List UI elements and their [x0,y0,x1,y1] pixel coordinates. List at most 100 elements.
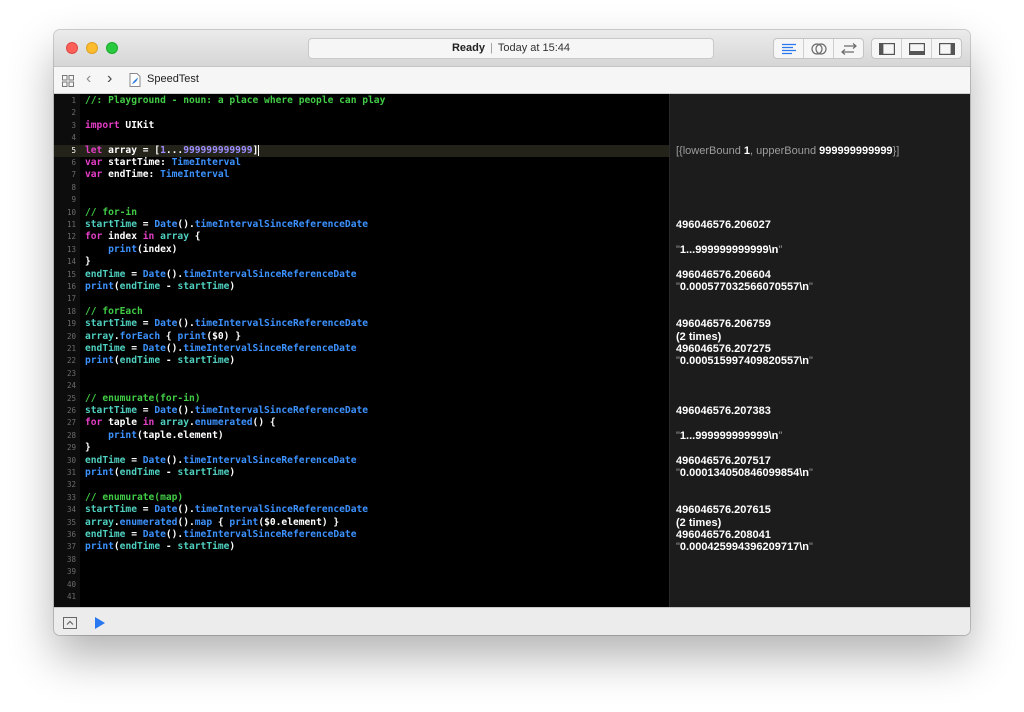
code-line[interactable]: 31 print(endTime - startTime) [54,467,669,479]
code-line[interactable]: 41 [54,591,669,603]
result-value[interactable]: 496046576.206759 [676,318,771,330]
code-line[interactable]: 9 [54,194,669,206]
result-value[interactable]: 496046576.208041 [676,529,771,541]
code-line[interactable]: 20 array.forEach { print($0) } [54,331,669,343]
result-value[interactable]: [{lowerBound 1, upperBound 999999999999}… [676,145,899,157]
line-number: 16 [66,282,76,291]
code-line[interactable]: 24 [54,380,669,392]
result-text: 0.000425994396209717\n [679,541,809,554]
code-line[interactable]: 14} [54,256,669,268]
show-debug-area-button[interactable] [63,616,77,634]
toggle-navigator-button[interactable] [872,39,901,58]
result-value[interactable]: 496046576.207383 [676,405,771,417]
code-line[interactable]: 7 var endTime: TimeInterval [54,169,669,181]
code-token: (). [177,405,195,416]
code-line[interactable]: 15 endTime = Date().timeIntervalSinceRefe… [54,269,669,281]
code-text: var startTime: TimeInterval [85,157,241,169]
code-line[interactable]: 6 var startTime: TimeInterval [54,157,669,169]
source-editor[interactable]: 1 //: Playground - noun: a place where pe… [54,94,669,607]
result-value[interactable]: "1...999999999999\n" [676,244,782,256]
code-token: = [136,504,155,516]
back-button[interactable]: ‹ [86,70,91,88]
result-value[interactable]: 496046576.207275 [676,343,771,355]
toggle-debug-area-button[interactable] [901,39,931,58]
result-value[interactable]: 496046576.206027 [676,219,771,231]
code-line[interactable]: 18 // forEach [54,306,669,318]
code-line[interactable]: 33 // enumurate(map) [54,492,669,504]
result-value[interactable]: "0.000515997409820557\n" [676,355,813,367]
code-line[interactable]: 35 array.enumerated().map { print($0.elem… [54,517,669,529]
standard-editor-button[interactable] [774,39,803,58]
result-value[interactable]: "0.000425994396209717\n" [676,541,813,553]
code-line[interactable]: 29} [54,442,669,454]
code-token: TimeInterval [160,169,230,181]
code-line[interactable]: 30 endTime = Date().timeIntervalSinceRefe… [54,455,669,467]
line-number: 35 [66,517,76,527]
close-window-button[interactable] [66,42,78,54]
code-line[interactable]: 11 startTime = Date().timeIntervalSinceRe… [54,219,669,231]
code-line[interactable]: 28 print(taple.element) [54,430,669,442]
result-value[interactable]: (2 times) [676,517,721,529]
result-value[interactable]: 496046576.207615 [676,504,771,516]
forward-button[interactable]: › [107,70,112,88]
result-text: 0.000577032566070557\n [679,281,809,293]
code-line[interactable]: 2 [54,107,669,119]
code-line[interactable]: 5 let array = [1...999999999999] [54,144,669,157]
code-line[interactable]: 36 endTime = Date().timeIntervalSinceRefe… [54,529,669,541]
result-value[interactable]: 496046576.207517 [676,455,771,467]
result-value[interactable]: (2 times) [676,331,721,343]
code-token: array [160,231,189,243]
code-line[interactable]: 8 [54,182,669,194]
line-number: 11 [66,220,76,229]
code-line[interactable]: 23 [54,368,669,380]
minimize-window-button[interactable] [86,42,98,54]
code-line[interactable]: 32 [54,479,669,491]
code-line[interactable]: 21 endTime = Date().timeIntervalSinceRefe… [54,343,669,355]
line-number: 20 [66,331,76,341]
result-value[interactable]: 496046576.206604 [676,269,771,281]
code-line[interactable]: 10 // for-in [54,207,669,219]
code-line[interactable]: 37 print(endTime - startTime) [54,541,669,553]
code-line[interactable]: 19 startTime = Date().timeIntervalSinceRe… [54,318,669,330]
code-token: (). [165,268,184,280]
line-number: 41 [66,592,76,601]
code-line[interactable]: 40 [54,579,669,591]
result-value[interactable]: "1...999999999999\n" [676,430,782,442]
play-icon [95,617,105,629]
result-text: " [808,467,813,479]
code-line[interactable]: 12 for index in array { [54,231,669,243]
zoom-window-button[interactable] [106,42,118,54]
code-line[interactable]: 3 import UIKit [54,120,669,132]
code-token: ) [229,355,236,367]
version-editor-button[interactable] [833,39,863,58]
code-token: print [229,516,259,528]
code-line[interactable]: 4 [54,132,669,144]
code-line[interactable]: 22 print(endTime - startTime) [54,355,669,367]
result-value[interactable]: "0.000134050846099854\n" [676,467,813,479]
breadcrumb-filename[interactable]: SpeedTest [147,73,199,85]
code-line[interactable]: 16 print(endTime - startTime) [54,281,669,293]
code-line[interactable]: 1 //: Playground - noun: a place where pe… [54,95,669,107]
code-token: print [85,281,114,292]
code-line[interactable]: 27 for taple in array.enumerated() { [54,417,669,429]
toggle-utilities-button[interactable] [931,39,961,58]
run-playground-button[interactable] [94,616,106,635]
line-number: 39 [66,567,76,577]
assistant-editor-button[interactable] [803,39,833,58]
code-line[interactable]: 34 startTime = Date().timeIntervalSinceRe… [54,504,669,516]
code-line[interactable]: 38 [54,554,669,566]
code-text: endTime = Date().timeIntervalSinceRefere… [85,529,356,541]
code-token: Date [154,219,178,230]
result-text: 0.000515997409820557\n [679,355,809,368]
related-items-button[interactable] [62,74,74,92]
code-line[interactable]: 39 [54,566,669,578]
code-line[interactable]: 26 startTime = Date().timeIntervalSinceRe… [54,405,669,417]
code-token: print [85,355,114,367]
code-line[interactable]: 13 print(index) [54,244,669,256]
code-line[interactable]: 17 [54,293,669,305]
code-text: print(endTime - startTime) [85,281,235,293]
code-text: for index in array { [85,231,201,243]
result-value[interactable]: "0.000577032566070557\n" [676,281,813,293]
code-line[interactable]: 25 // enumurate(for-in) [54,393,669,405]
line-number: 29 [66,443,76,453]
